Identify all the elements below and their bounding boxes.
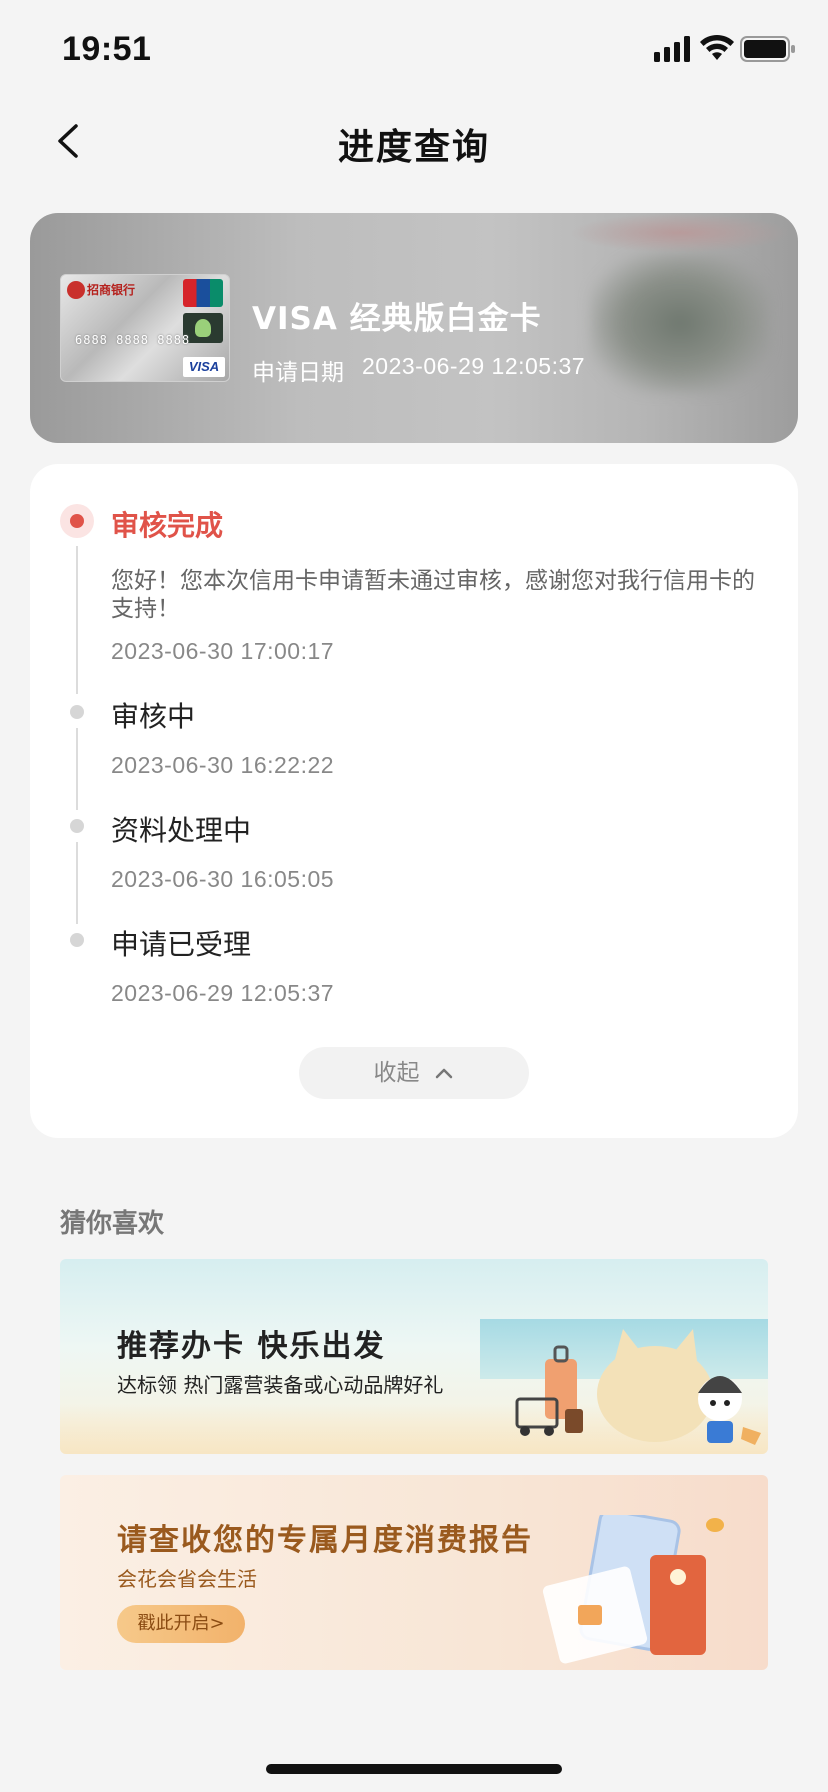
banner-title: 推荐办卡 快乐出发 (117, 1329, 386, 1364)
card-summary: 招商银行 6888 8888 8888 VISA VISA 经典版白金卡 申请日… (30, 213, 798, 443)
card-name: VISA 经典版白金卡 (252, 301, 542, 337)
step-title: 审核中 (111, 700, 196, 733)
status-dot-active (60, 504, 94, 538)
step-time: 2023-06-30 16:05:05 (111, 866, 335, 892)
card-number: 6888 8888 8888 (75, 333, 191, 347)
step-time: 2023-06-30 17:00:17 (111, 638, 335, 664)
apply-date-value: 2023-06-29 12:05:37 (362, 353, 586, 379)
banner-title: 请查收您的专属月度消费报告 (117, 1523, 533, 1558)
home-indicator[interactable] (266, 1764, 562, 1774)
timeline-connector (76, 842, 78, 924)
apply-date-label: 申请日期 (252, 360, 344, 386)
bank-name: 招商银行 (87, 283, 136, 297)
promo-banner-monthly-report[interactable]: 请查收您的专属月度消费报告 会花会省会生活 戳此开启> (60, 1475, 768, 1670)
banner-subtitle: 会花会省会生活 (117, 1567, 257, 1591)
credit-card-image: 招商银行 6888 8888 8888 VISA (60, 274, 230, 382)
page-title: 进度查询 (337, 127, 490, 168)
chevron-up-icon (435, 1068, 452, 1079)
promo-banner-card-application[interactable]: 推荐办卡 快乐出发 达标领 热门露营装备或心动品牌好礼 (60, 1259, 768, 1454)
step-title: 申请已受理 (111, 928, 252, 961)
wifi-icon (700, 34, 734, 60)
cat-mascot-illustration-icon (597, 1329, 761, 1445)
background-blur (570, 213, 790, 253)
status-dot (70, 819, 84, 833)
progress-timeline-card (30, 464, 798, 1138)
status-dot (70, 705, 84, 719)
signal-icon (654, 36, 690, 62)
luggage-illustration-icon (515, 1345, 583, 1436)
status-dot (70, 933, 84, 947)
step-time: 2023-06-29 12:05:37 (111, 980, 335, 1006)
status-bar: 19:51 (0, 0, 828, 96)
section-title-recommend: 猜你喜欢 (60, 1209, 165, 1239)
timeline-connector (76, 728, 78, 810)
report-open-button[interactable]: 戳此开启> (117, 1605, 245, 1643)
status-time: 19:51 (62, 30, 152, 68)
collapse-label: 收起 (373, 1060, 420, 1086)
background-blur (590, 253, 770, 393)
phone-report-illustration-icon (542, 1515, 724, 1664)
unionpay-icon (183, 279, 223, 307)
banner-subtitle: 达标领 热门露营装备或心动品牌好礼 (117, 1373, 444, 1397)
timeline-connector (76, 546, 78, 694)
step-message: 您好！您本次信用卡申请暂未通过审核，感谢您对我行信用卡的支持！ (111, 568, 755, 622)
step-time: 2023-06-30 16:22:22 (111, 752, 335, 778)
battery-icon (740, 36, 795, 62)
step-title: 资料处理中 (111, 814, 252, 847)
bank-logo-icon (67, 281, 85, 299)
collapse-button[interactable]: 收起 (299, 1047, 529, 1099)
visa-logo-icon: VISA (183, 357, 225, 377)
step-title: 审核完成 (111, 509, 224, 542)
nav-bar: 进度查询 (0, 96, 828, 186)
